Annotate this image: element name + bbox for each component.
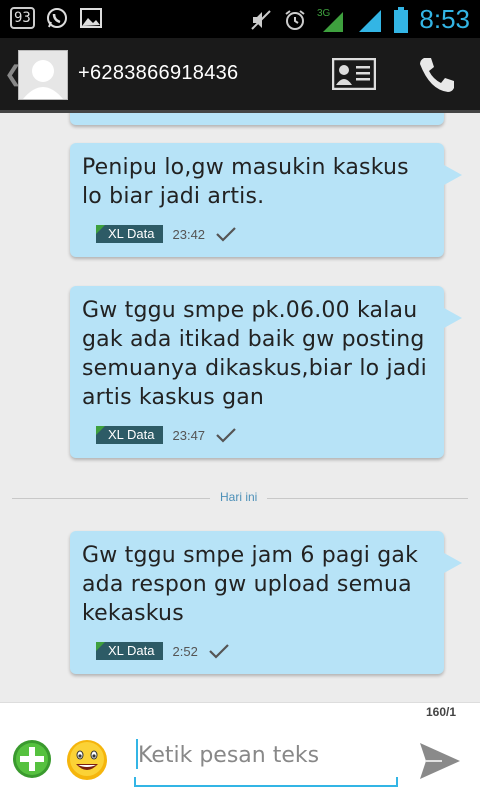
emoji-icon[interactable] bbox=[66, 739, 108, 781]
message-bubble[interactable]: Gw tggu smpe jam 6 pagi gak ada respon g… bbox=[70, 531, 462, 674]
clock: 8:53 bbox=[419, 4, 470, 34]
network-type-label: 3G bbox=[317, 8, 331, 19]
avatar-placeholder-icon bbox=[23, 60, 63, 99]
delivered-check-icon bbox=[216, 428, 236, 443]
day-divider-label: Hari ini bbox=[210, 490, 268, 504]
contact-card-icon[interactable] bbox=[332, 58, 376, 90]
phone-icon[interactable] bbox=[416, 54, 456, 94]
contact-number[interactable]: +6283866918436 bbox=[78, 62, 238, 85]
delivered-check-icon bbox=[209, 644, 229, 659]
status-bar: 93 3G 8:53 bbox=[0, 0, 480, 38]
message-bubble[interactable]: Gw tggu smpe pk.06.00 kalau gak ada itik… bbox=[70, 286, 462, 458]
notification-icons: 93 bbox=[10, 6, 103, 30]
mute-icon bbox=[251, 9, 272, 30]
wifi-signal-icon bbox=[359, 9, 382, 32]
message-meta: XL Data 23:42 bbox=[82, 223, 432, 245]
compose-bar: 160/1 bbox=[0, 702, 480, 801]
message-meta: XL Data 2:52 bbox=[82, 640, 432, 662]
add-attachment-icon[interactable] bbox=[12, 739, 52, 779]
carrier-badge: XL Data bbox=[96, 426, 163, 444]
message-time: 2:52 bbox=[172, 643, 198, 659]
message-text: Gw tggu smpe pk.06.00 kalau gak ada itik… bbox=[82, 298, 427, 410]
character-counter: 160/1 bbox=[425, 705, 456, 719]
carrier-badge: XL Data bbox=[96, 642, 163, 660]
message-input-field[interactable] bbox=[134, 731, 398, 787]
delivered-check-icon bbox=[216, 227, 236, 242]
message-time: 23:47 bbox=[172, 427, 206, 443]
avatar[interactable] bbox=[18, 50, 68, 100]
alarm-icon bbox=[285, 9, 305, 30]
send-icon[interactable] bbox=[418, 741, 462, 781]
message-text: Gw tggu smpe jam 6 pagi gak ada respon g… bbox=[82, 543, 419, 626]
message-thread[interactable]: Penipu lo,gw masukin kaskus lo biar jadi… bbox=[0, 113, 480, 702]
message-time: 23:42 bbox=[172, 226, 206, 242]
carrier-badge: XL Data bbox=[96, 225, 163, 243]
message-bubble-partial bbox=[70, 113, 444, 125]
message-input[interactable] bbox=[138, 739, 388, 771]
battery-icon bbox=[394, 6, 409, 33]
message-meta: XL Data 23:47 bbox=[82, 424, 432, 446]
message-text: Penipu lo,gw masukin kaskus lo biar jadi… bbox=[82, 155, 409, 209]
notification-count-badge: 93 bbox=[10, 7, 35, 29]
gallery-icon bbox=[79, 8, 102, 28]
whatsapp-icon bbox=[46, 8, 67, 28]
signal-icon: 3G bbox=[317, 8, 344, 32]
conversation-header: ❮ +6283866918436 bbox=[0, 38, 480, 113]
message-bubble[interactable]: Penipu lo,gw masukin kaskus lo biar jadi… bbox=[70, 143, 462, 257]
system-icons: 3G 8:53 bbox=[249, 4, 470, 35]
